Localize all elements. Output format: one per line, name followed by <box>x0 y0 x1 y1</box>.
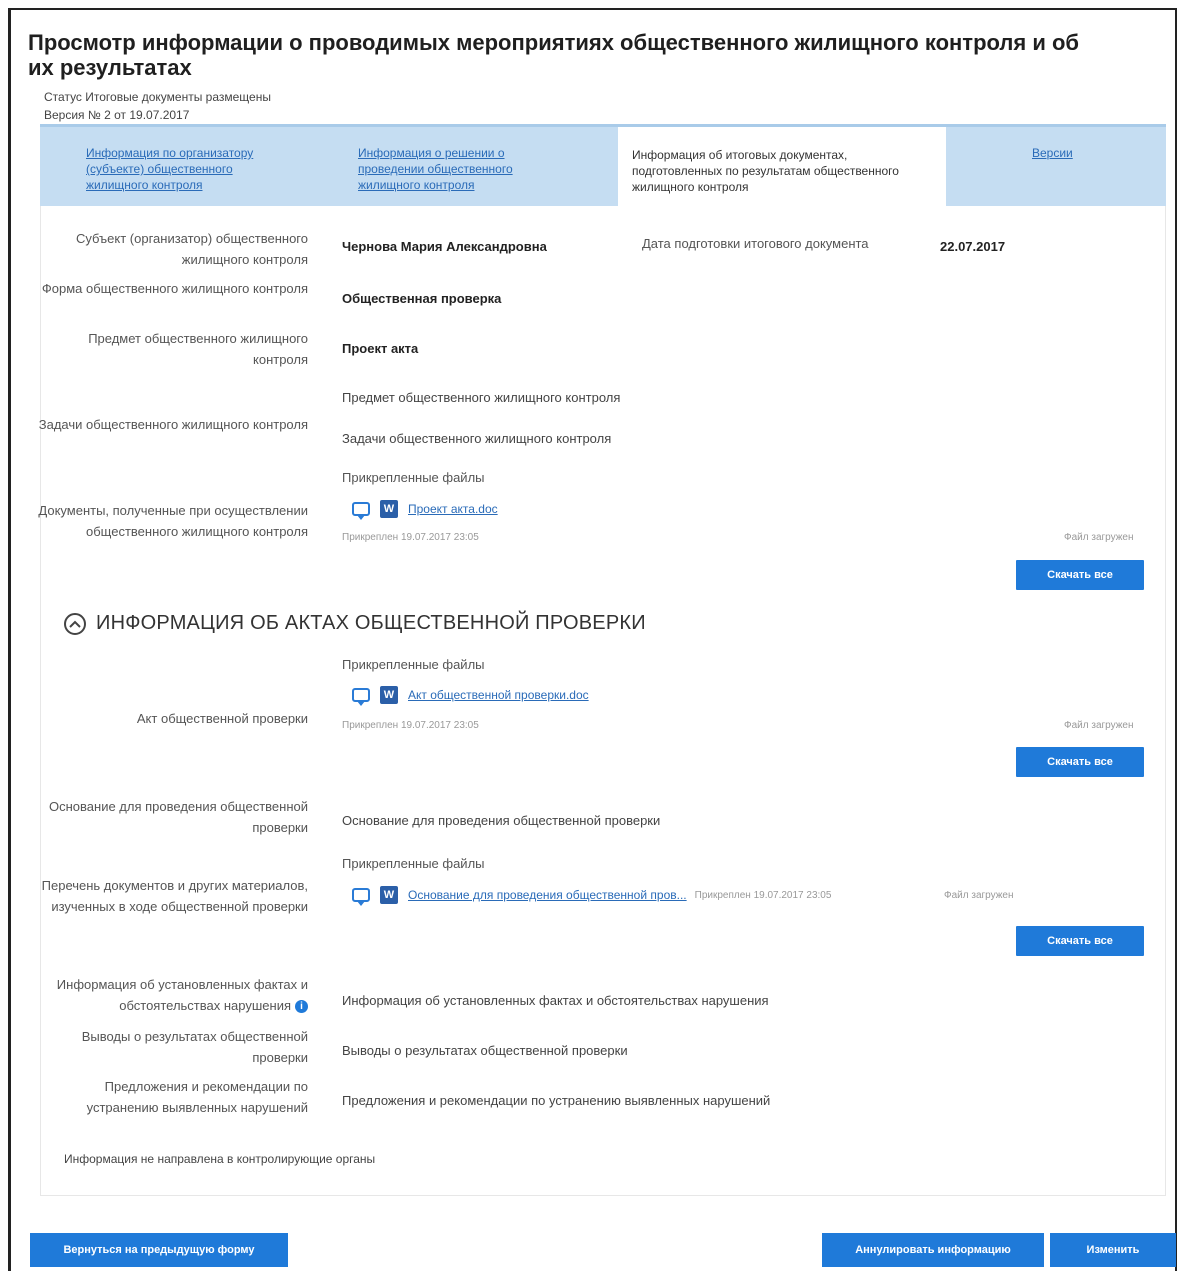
subject-matter-value: Проект акта <box>342 341 419 356</box>
annul-button[interactable]: Аннулировать информацию <box>822 1233 1044 1267</box>
comment-icon[interactable] <box>352 888 370 906</box>
word-file-icon: W <box>380 500 398 518</box>
basis-label: Основание для проведения общественной пр… <box>49 799 308 835</box>
basis-value: Основание для проведения общественной пр… <box>342 813 661 828</box>
tab-versions[interactable]: Версии <box>1032 145 1092 161</box>
tab-organizer[interactable]: Информация по организатору (субъекте) об… <box>86 145 286 193</box>
download-all-docs-button[interactable]: Скачать все <box>1016 560 1144 590</box>
form-value: Общественная проверка <box>342 291 502 306</box>
docs-attached-meta: Прикреплен 19.07.2017 23:05 <box>342 532 479 543</box>
back-button[interactable]: Вернуться на предыдущую форму <box>30 1233 288 1267</box>
facts-label-text: Информация об установленных фактах и обс… <box>56 977 308 1013</box>
materials-label: Перечень документов и других материалов,… <box>41 878 308 914</box>
materials-file-status: Файл загружен <box>944 890 1014 901</box>
proposals-value: Предложения и рекомендации по устранению… <box>342 1093 771 1108</box>
docs-attached-title: Прикрепленные файлы <box>342 470 485 485</box>
tasks-value: Задачи общественного жилищного контроля <box>342 431 612 446</box>
docs-label: Документы, полученные при осуществлении … <box>38 503 308 539</box>
tab-final-documents[interactable]: Информация об итоговых документах, подго… <box>618 127 946 209</box>
tab-bar: Информация по организатору (субъекте) об… <box>40 124 1166 209</box>
status-text: Статус Итоговые документы размещены <box>44 90 271 104</box>
date-value: 22.07.2017 <box>940 239 1006 254</box>
docs-file-status: Файл загружен <box>1064 532 1134 543</box>
act-file-row: W Акт общественной проверки.doc <box>352 684 589 706</box>
edit-button[interactable]: Изменить <box>1050 1233 1176 1267</box>
act-attached-title: Прикрепленные файлы <box>342 657 485 672</box>
form-label: Форма общественного жилищного контроля <box>41 281 308 296</box>
docs-file-row: W Проект акта.doc <box>352 498 498 520</box>
act-attached-meta: Прикреплен 19.07.2017 23:05 <box>342 720 479 731</box>
page-title: Просмотр информации о проводимых меропри… <box>28 30 1079 80</box>
subject-matter-label: Предмет общественного жилищного контроля <box>88 331 308 367</box>
proposals-label: Предложения и рекомендации по устранению… <box>86 1079 308 1115</box>
download-all-act-button[interactable]: Скачать все <box>1016 747 1144 777</box>
facts-value: Информация об установленных фактах и обс… <box>342 993 769 1008</box>
subject-value: Чернова Мария Александровна <box>342 239 547 254</box>
subject-label: Субъект (организатор) общественного жили… <box>75 231 308 267</box>
act-label: Акт общественной проверки <box>136 711 308 726</box>
facts-label: Информация об установленных фактах и обс… <box>36 974 308 1016</box>
materials-attached-meta: Прикреплен 19.07.2017 23:05 <box>694 889 832 901</box>
word-file-icon: W <box>380 686 398 704</box>
date-label: Дата подготовки итогового документа <box>642 236 869 251</box>
word-file-icon: W <box>380 886 398 904</box>
materials-file-link[interactable]: Основание для проведения общественной пр… <box>408 888 687 902</box>
materials-attached-title: Прикрепленные файлы <box>342 856 485 871</box>
version-text: Версия № 2 от 19.07.2017 <box>44 108 190 122</box>
comment-icon[interactable] <box>352 688 370 706</box>
conclusions-label: Выводы о результатах общественной провер… <box>81 1029 308 1065</box>
info-icon[interactable]: i <box>295 1000 308 1014</box>
acts-section-title: ИНФОРМАЦИЯ ОБ АКТАХ ОБЩЕСТВЕННОЙ ПРОВЕРК… <box>96 612 646 634</box>
tab-decision[interactable]: Информация о решении о проведении общест… <box>358 145 548 193</box>
download-all-materials-button[interactable]: Скачать все <box>1016 926 1144 956</box>
comment-icon[interactable] <box>352 502 370 520</box>
docs-file-link[interactable]: Проект акта.doc <box>408 502 498 516</box>
conclusions-value: Выводы о результатах общественной провер… <box>342 1043 628 1058</box>
subject-matter-text: Предмет общественного жилищного контроля <box>342 390 621 405</box>
tasks-label: Задачи общественного жилищного контроля <box>38 417 308 432</box>
collapse-icon[interactable] <box>64 612 86 635</box>
act-file-link[interactable]: Акт общественной проверки.doc <box>408 688 589 702</box>
acts-section-header[interactable]: ИНФОРМАЦИЯ ОБ АКТАХ ОБЩЕСТВЕННОЙ ПРОВЕРК… <box>64 612 646 635</box>
footer-note: Информация не направлена в контролирующи… <box>64 1152 376 1166</box>
act-file-status: Файл загружен <box>1064 720 1134 731</box>
materials-file-row: W Основание для проведения общественной … <box>352 884 831 906</box>
